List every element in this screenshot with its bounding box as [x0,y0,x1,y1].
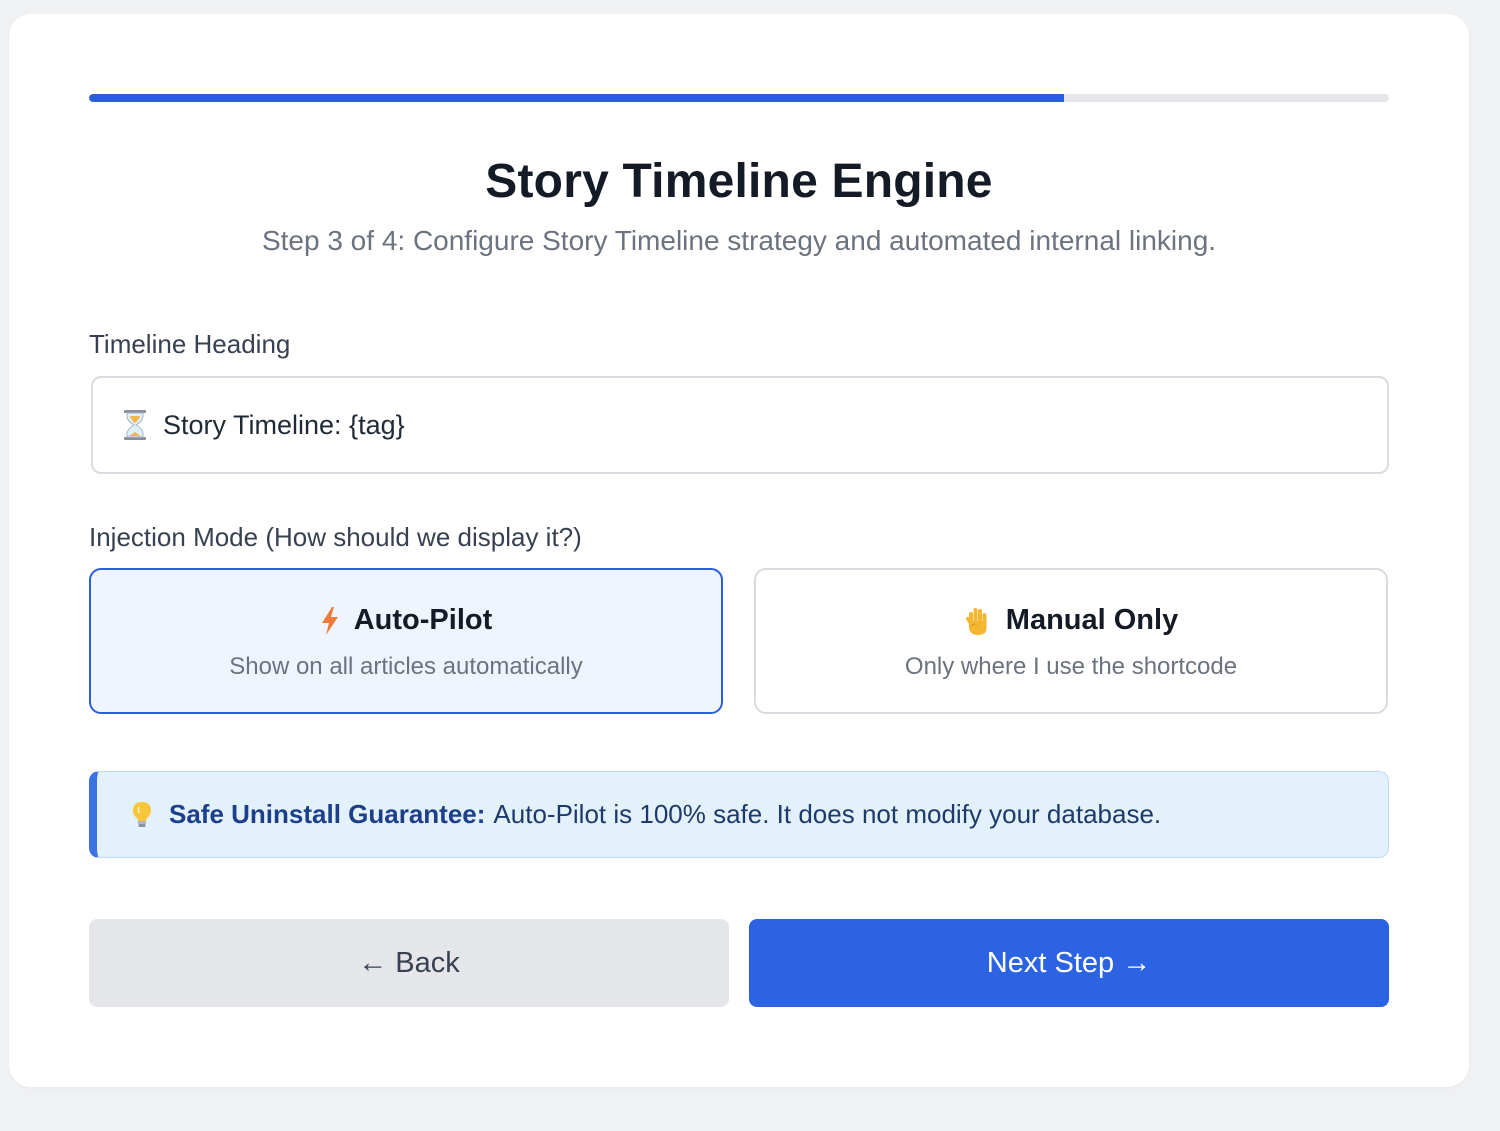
mode-option-title: Auto-Pilot [353,604,493,636]
safe-uninstall-notice: Safe Uninstall Guarantee: Auto-Pilot is … [89,771,1389,858]
mode-option-auto-pilot[interactable]: Auto-Pilot Show on all articles automati… [89,568,723,714]
lightning-icon [321,606,338,635]
notice-heading: Safe Uninstall Guarantee: [169,799,486,829]
mode-option-description: Only where I use the shortcode [904,653,1238,680]
timeline-heading-label: Timeline Heading [89,329,291,359]
progress-bar [89,94,1389,102]
page-title: Story Timeline Engine [485,155,993,208]
back-button[interactable]: ← Back [89,919,729,1007]
page-subtitle: Step 3 of 4: Configure Story Timeline st… [261,225,1217,256]
mode-option-title: Manual Only [1005,604,1179,636]
setup-wizard-card: Story Timeline Engine Step 3 of 4: Confi… [9,14,1469,1087]
injection-mode-label: Injection Mode (How should we display it… [89,522,582,552]
hourglass-icon [124,410,146,440]
timeline-heading-input[interactable]: Story Timeline: {tag} [91,376,1389,474]
mode-option-manual-only[interactable]: Manual Only Only where I use the shortco… [754,568,1388,714]
next-step-button[interactable]: Next Step → [749,919,1389,1007]
notice-text: Auto-Pilot is 100% safe. It does not mod… [493,799,1162,829]
timeline-heading-value: Story Timeline: {tag} [163,409,405,440]
mode-option-description: Show on all articles automatically [229,653,583,680]
lightbulb-icon [133,801,151,827]
progress-bar-fill [89,94,1064,102]
raised-hand-icon [965,607,987,635]
